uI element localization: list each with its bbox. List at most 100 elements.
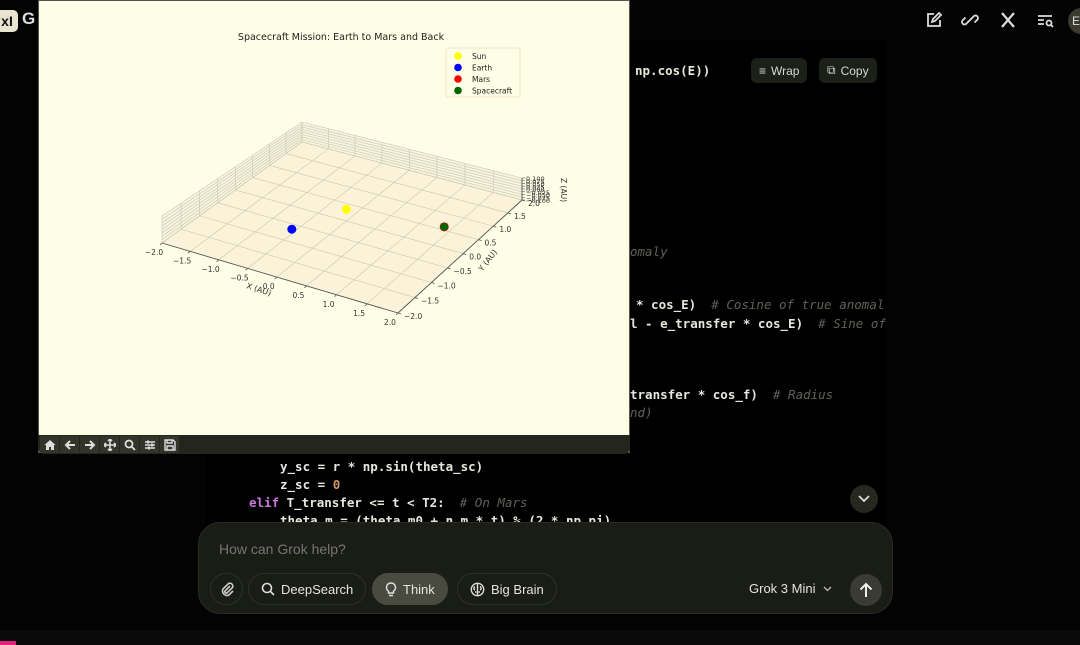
bottom-strip <box>0 630 1080 645</box>
brain-icon <box>470 582 485 596</box>
y-tick-label: 1.5 <box>514 212 526 221</box>
data-point-spacecraft <box>440 222 449 231</box>
y-tick <box>463 253 467 255</box>
y-tick <box>431 282 435 284</box>
attach-button[interactable] <box>210 573 243 605</box>
x-tick-label: −1.0 <box>201 265 219 274</box>
code-line: nd) <box>630 405 653 420</box>
wrap-button[interactable]: ≡ Wrap <box>751 58 808 83</box>
x-tick <box>216 259 219 263</box>
wrap-label: Wrap <box>771 63 800 78</box>
edit-icon[interactable] <box>922 8 946 32</box>
legend-marker <box>454 86 462 95</box>
big-brain-button[interactable]: Big Brain <box>457 573 557 605</box>
z-tick-label: 0.100 <box>526 175 545 183</box>
deepsearch-button[interactable]: DeepSearch <box>248 573 367 605</box>
code-line: * cos_E) # Cosine of true anomal <box>636 297 885 312</box>
code-line: np.cos(E)) <box>635 63 711 78</box>
y-tick <box>447 267 451 270</box>
x-tick <box>334 294 337 298</box>
copy-button[interactable]: ⧉ Copy <box>819 58 877 83</box>
paperclip-icon <box>221 582 234 597</box>
chart-3d: −2.0−1.5−1.0−0.50.00.51.01.52.0−2.0−1.5−… <box>145 32 568 327</box>
home-icon[interactable] <box>40 436 59 453</box>
data-point-sun <box>341 204 351 214</box>
code-line: z_sc = 0 <box>280 477 341 492</box>
grok-logo[interactable]: xI <box>0 10 18 32</box>
link-icon[interactable] <box>958 8 982 32</box>
deepsearch-label: DeepSearch <box>281 581 354 597</box>
x-tick-label: 1.5 <box>353 309 365 318</box>
think-label: Think <box>403 581 435 597</box>
y-tick-label: 0.0 <box>469 253 481 262</box>
plot-toolbar <box>38 435 630 454</box>
code-line: omaly <box>630 244 668 259</box>
y-tick <box>507 212 511 215</box>
chart-title: Spacecraft Mission: Earth to Mars and Ba… <box>238 32 445 43</box>
x-tick <box>364 303 368 307</box>
y-tick <box>493 225 497 228</box>
x-logo-icon[interactable] <box>996 8 1020 32</box>
x-tick-label: −1.5 <box>173 256 191 265</box>
legend-label: Spacecraft <box>472 87 512 96</box>
forward-icon[interactable] <box>80 436 99 453</box>
legend-label: Sun <box>472 52 487 61</box>
x-tick-label: 2.0 <box>384 318 396 327</box>
send-button[interactable] <box>850 574 882 606</box>
code-line: transfer * cos_f) # Radius <box>630 387 834 402</box>
big-brain-label: Big Brain <box>491 581 544 597</box>
x-tick <box>395 312 399 316</box>
x-tick <box>187 251 191 254</box>
configure-icon[interactable] <box>140 436 159 453</box>
back-icon[interactable] <box>60 436 79 453</box>
copy-label: Copy <box>840 63 869 78</box>
data-point-earth <box>287 224 297 234</box>
scroll-down-button[interactable] <box>850 485 878 513</box>
y-tick-label: −2.0 <box>404 312 422 321</box>
x-tick <box>245 268 248 271</box>
copy-icon: ⧉ <box>827 63 836 77</box>
lightbulb-icon <box>385 581 397 596</box>
legend-marker <box>454 63 462 72</box>
think-button[interactable]: Think <box>372 573 448 605</box>
x-tick <box>159 242 163 246</box>
z-axis-label: Z (AU) <box>559 178 568 202</box>
y-tick-label: −1.5 <box>421 297 439 306</box>
x-tick <box>304 285 307 289</box>
save-icon[interactable] <box>160 436 179 453</box>
search-list-icon[interactable] <box>1033 8 1057 32</box>
y-tick-label: −0.5 <box>454 267 472 276</box>
y-tick-label: 0.5 <box>484 239 496 248</box>
legend-label: Earth <box>472 64 492 73</box>
wrap-icon: ≡ <box>759 63 767 78</box>
taskbar-badge <box>0 641 16 645</box>
avatar[interactable]: E <box>1068 8 1080 34</box>
x-tick-label: −0.5 <box>230 273 248 282</box>
x-tick-label: 0.5 <box>292 291 304 300</box>
legend-marker <box>454 75 462 83</box>
pan-icon[interactable] <box>100 436 119 453</box>
y-tick <box>414 297 419 299</box>
app-title-initial: G <box>22 9 36 28</box>
x-tick-label: 1.0 <box>323 300 335 309</box>
legend: Sun Earth Mars Spacecraft <box>445 47 521 98</box>
x-tick-label: −2.0 <box>145 248 163 257</box>
y-tick <box>478 239 482 242</box>
y-tick-label: 1.0 <box>499 225 511 234</box>
model-label: Grok 3 Mini <box>749 581 816 596</box>
legend-label: Mars <box>472 75 490 84</box>
arrow-up-icon <box>859 582 873 597</box>
x-tick <box>274 276 278 280</box>
legend-marker <box>454 52 462 60</box>
composer: DeepSearch Think Big Brain Grok 3 Mini <box>198 522 893 614</box>
plot-window: −2.0 −1.5 −1.0 −0.5 0.0 0.5 1.0 1.5 2.0 −2.0 −1.5−… <box>38 0 630 453</box>
y-tick <box>397 312 402 315</box>
model-selector[interactable]: Grok 3 Mini <box>749 581 832 596</box>
prompt-input[interactable] <box>219 541 619 557</box>
chevron-down-icon <box>858 495 870 503</box>
y-tick-label: −1.0 <box>437 282 455 291</box>
search-icon <box>261 582 275 596</box>
code-line: y_sc = r * np.sin(theta_sc) <box>280 459 484 474</box>
zoom-icon[interactable] <box>120 436 139 453</box>
chevron-down-icon <box>824 586 832 591</box>
